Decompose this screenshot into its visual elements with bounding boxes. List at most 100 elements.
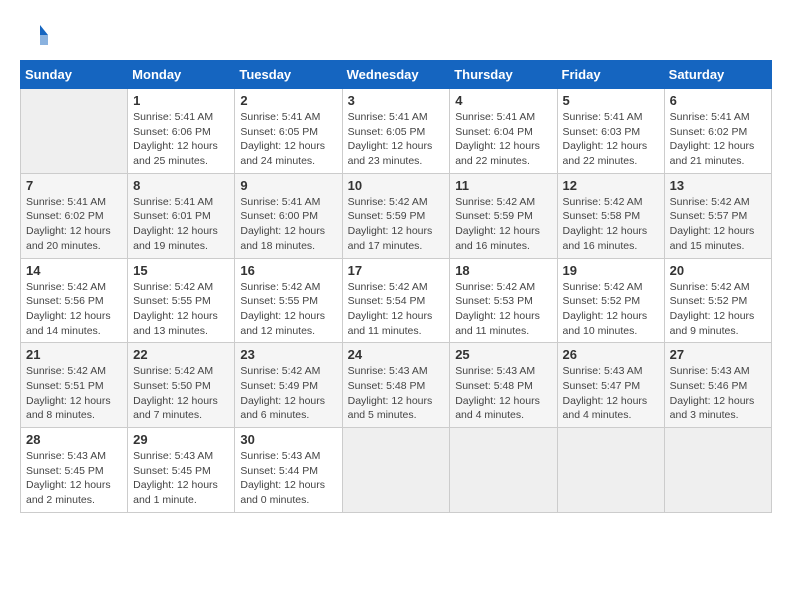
cell-info: Daylight: 12 hours bbox=[240, 309, 336, 324]
cell-info: Sunrise: 5:42 AM bbox=[348, 280, 445, 295]
calendar-cell: 21Sunrise: 5:42 AMSunset: 5:51 PMDayligh… bbox=[21, 343, 128, 428]
calendar-cell bbox=[342, 428, 450, 513]
cell-info: Sunrise: 5:43 AM bbox=[563, 364, 659, 379]
day-number: 14 bbox=[26, 263, 122, 278]
cell-info: and 0 minutes. bbox=[240, 493, 336, 508]
cell-info: Sunset: 6:05 PM bbox=[240, 125, 336, 140]
cell-info: Daylight: 12 hours bbox=[348, 139, 445, 154]
cell-info: Sunrise: 5:42 AM bbox=[133, 364, 229, 379]
calendar-cell: 25Sunrise: 5:43 AMSunset: 5:48 PMDayligh… bbox=[450, 343, 557, 428]
cell-info: and 20 minutes. bbox=[26, 239, 122, 254]
cell-info: Daylight: 12 hours bbox=[240, 394, 336, 409]
cell-info: Sunrise: 5:43 AM bbox=[670, 364, 766, 379]
cell-info: Sunset: 6:03 PM bbox=[563, 125, 659, 140]
cell-info: Daylight: 12 hours bbox=[348, 224, 445, 239]
cell-info: Sunset: 5:44 PM bbox=[240, 464, 336, 479]
day-number: 22 bbox=[133, 347, 229, 362]
cell-info: Sunrise: 5:43 AM bbox=[240, 449, 336, 464]
calendar-cell bbox=[450, 428, 557, 513]
cell-info: Sunrise: 5:42 AM bbox=[348, 195, 445, 210]
cell-info: Daylight: 12 hours bbox=[563, 309, 659, 324]
day-number: 19 bbox=[563, 263, 659, 278]
cell-info: Sunset: 5:54 PM bbox=[348, 294, 445, 309]
calendar-cell: 18Sunrise: 5:42 AMSunset: 5:53 PMDayligh… bbox=[450, 258, 557, 343]
calendar-cell: 20Sunrise: 5:42 AMSunset: 5:52 PMDayligh… bbox=[664, 258, 771, 343]
day-number: 25 bbox=[455, 347, 551, 362]
cell-info: Sunrise: 5:42 AM bbox=[455, 195, 551, 210]
cell-info: Daylight: 12 hours bbox=[133, 394, 229, 409]
day-number: 17 bbox=[348, 263, 445, 278]
cell-info: Sunrise: 5:43 AM bbox=[348, 364, 445, 379]
cell-info: and 15 minutes. bbox=[670, 239, 766, 254]
cell-info: Sunset: 5:52 PM bbox=[563, 294, 659, 309]
cell-info: and 4 minutes. bbox=[563, 408, 659, 423]
cell-info: Sunrise: 5:42 AM bbox=[670, 195, 766, 210]
cell-info: Sunrise: 5:42 AM bbox=[670, 280, 766, 295]
calendar-cell: 14Sunrise: 5:42 AMSunset: 5:56 PMDayligh… bbox=[21, 258, 128, 343]
cell-info: Sunrise: 5:41 AM bbox=[240, 195, 336, 210]
calendar-cell: 23Sunrise: 5:42 AMSunset: 5:49 PMDayligh… bbox=[235, 343, 342, 428]
cell-info: Daylight: 12 hours bbox=[563, 224, 659, 239]
cell-info: Sunrise: 5:41 AM bbox=[455, 110, 551, 125]
cell-info: Daylight: 12 hours bbox=[26, 309, 122, 324]
cell-info: Daylight: 12 hours bbox=[348, 394, 445, 409]
calendar-cell: 19 Sunrise: 5:42 AMSunset: 5:52 PMDayligh… bbox=[557, 258, 664, 343]
calendar-cell: 10Sunrise: 5:42 AMSunset: 5:59 PMDayligh… bbox=[342, 173, 450, 258]
cell-info: Sunrise: 5:43 AM bbox=[133, 449, 229, 464]
day-header-wednesday: Wednesday bbox=[342, 61, 450, 89]
calendar-cell: 13Sunrise: 5:42 AMSunset: 5:57 PMDayligh… bbox=[664, 173, 771, 258]
cell-info: Daylight: 12 hours bbox=[26, 224, 122, 239]
cell-info: Sunrise: 5:41 AM bbox=[563, 110, 659, 125]
cell-info: Sunset: 6:02 PM bbox=[26, 209, 122, 224]
cell-info: and 17 minutes. bbox=[348, 239, 445, 254]
calendar-cell: 2Sunrise: 5:41 AMSunset: 6:05 PMDaylight… bbox=[235, 89, 342, 174]
cell-info: Sunset: 5:46 PM bbox=[670, 379, 766, 394]
calendar-cell: 26Sunrise: 5:43 AMSunset: 5:47 PMDayligh… bbox=[557, 343, 664, 428]
calendar-cell: 4Sunrise: 5:41 AMSunset: 6:04 PMDaylight… bbox=[450, 89, 557, 174]
cell-info: Daylight: 12 hours bbox=[133, 139, 229, 154]
day-header-friday: Friday bbox=[557, 61, 664, 89]
day-number: 3 bbox=[348, 93, 445, 108]
cell-info: Sunrise: 5:41 AM bbox=[26, 195, 122, 210]
calendar-cell bbox=[557, 428, 664, 513]
day-number: 10 bbox=[348, 178, 445, 193]
cell-info: Sunrise: 5:41 AM bbox=[670, 110, 766, 125]
calendar-header: SundayMondayTuesdayWednesdayThursdayFrid… bbox=[21, 61, 772, 89]
calendar-cell: 16Sunrise: 5:42 AMSunset: 5:55 PMDayligh… bbox=[235, 258, 342, 343]
cell-info: Sunset: 6:02 PM bbox=[670, 125, 766, 140]
cell-info: Sunrise: 5:41 AM bbox=[348, 110, 445, 125]
cell-info: Sunrise: 5:42 AM bbox=[563, 280, 659, 295]
cell-info: Daylight: 12 hours bbox=[240, 224, 336, 239]
cell-info: Sunrise: 5:43 AM bbox=[26, 449, 122, 464]
cell-info: Daylight: 12 hours bbox=[563, 139, 659, 154]
cell-info: Daylight: 12 hours bbox=[133, 309, 229, 324]
cell-info: Daylight: 12 hours bbox=[563, 394, 659, 409]
day-number: 27 bbox=[670, 347, 766, 362]
cell-info: Daylight: 12 hours bbox=[455, 309, 551, 324]
cell-info: Daylight: 12 hours bbox=[455, 224, 551, 239]
day-number: 6 bbox=[670, 93, 766, 108]
cell-info: and 16 minutes. bbox=[563, 239, 659, 254]
day-number: 21 bbox=[26, 347, 122, 362]
calendar-week-2: 14Sunrise: 5:42 AMSunset: 5:56 PMDayligh… bbox=[21, 258, 772, 343]
cell-info: and 22 minutes. bbox=[563, 154, 659, 169]
cell-info: Sunset: 5:49 PM bbox=[240, 379, 336, 394]
cell-info: and 10 minutes. bbox=[563, 324, 659, 339]
cell-info: Daylight: 12 hours bbox=[670, 139, 766, 154]
cell-info: and 18 minutes. bbox=[240, 239, 336, 254]
cell-info: and 8 minutes. bbox=[26, 408, 122, 423]
calendar-week-4: 28Sunrise: 5:43 AMSunset: 5:45 PMDayligh… bbox=[21, 428, 772, 513]
cell-info: Daylight: 12 hours bbox=[240, 139, 336, 154]
cell-info: and 2 minutes. bbox=[26, 493, 122, 508]
cell-info: Daylight: 12 hours bbox=[348, 309, 445, 324]
calendar-cell: 3Sunrise: 5:41 AMSunset: 6:05 PMDaylight… bbox=[342, 89, 450, 174]
day-number: 28 bbox=[26, 432, 122, 447]
cell-info: Sunset: 5:48 PM bbox=[455, 379, 551, 394]
cell-info: and 11 minutes. bbox=[455, 324, 551, 339]
day-number: 12 bbox=[563, 178, 659, 193]
day-number: 30 bbox=[240, 432, 336, 447]
cell-info: Sunset: 5:47 PM bbox=[563, 379, 659, 394]
cell-info: Daylight: 12 hours bbox=[670, 309, 766, 324]
cell-info: and 25 minutes. bbox=[133, 154, 229, 169]
cell-info: Sunset: 5:51 PM bbox=[26, 379, 122, 394]
